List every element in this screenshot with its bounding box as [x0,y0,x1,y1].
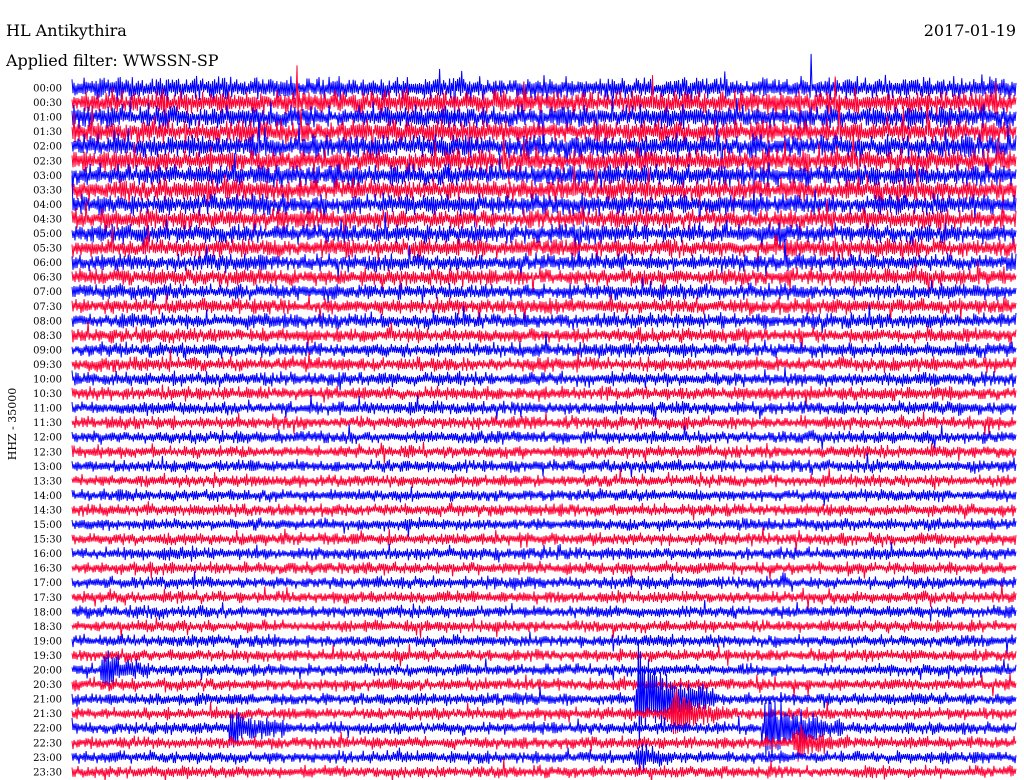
time-tick-label: 19:00 [33,636,62,647]
time-tick-label: 07:30 [33,302,62,313]
time-tick-label: 03:30 [33,185,62,196]
trace-row [71,599,1017,622]
trace-row [71,424,1017,450]
time-tick-label: 12:00 [33,433,62,444]
time-tick-label: 10:30 [33,389,62,400]
trace-row [71,321,1017,349]
time-tick-label: 07:00 [33,287,62,298]
trace-row [71,517,1017,538]
trace-row [71,486,1017,506]
time-tick-label: 18:30 [33,622,62,633]
time-tick-label: 08:00 [33,316,62,327]
time-tick-label: 21:30 [33,709,62,720]
time-tick-label: 09:30 [33,360,62,371]
time-tick-label: 01:00 [33,113,62,124]
seismogram-chart: HL Antikythira 2017-01-19 Applied filter… [5,21,1017,780]
time-tick-label: 12:30 [33,447,62,458]
time-tick-label: 11:30 [33,418,62,429]
time-tick-label: 16:00 [33,549,62,560]
time-tick-label: 03:00 [33,171,62,182]
time-tick-label: 06:00 [33,258,62,269]
trace-row [71,758,1017,780]
time-tick-label: 10:00 [33,375,62,386]
time-tick-label: 23:00 [33,753,62,764]
time-tick-label: 23:30 [33,767,62,778]
station-title: HL Antikythira [6,21,127,40]
trace-rows [71,53,1017,780]
trace-row [71,468,1017,490]
time-tick-label: 14:30 [33,505,62,516]
time-tick-labels: 00:00 00:30 01:00 01:30 02:00 02:30 03:00 03:30… [33,84,62,779]
filter-label: Applied filter: WWSSN-SP [5,51,219,70]
time-tick-label: 05:00 [33,229,62,240]
trace-row [71,367,1017,391]
trace-row [71,501,1017,521]
time-tick-label: 20:30 [33,680,62,691]
trace-row [71,699,1017,763]
time-tick-label: 15:30 [33,535,62,546]
time-tick-label: 01:30 [33,127,62,138]
time-tick-label: 00:30 [33,98,62,109]
time-tick-label: 02:30 [33,156,62,167]
time-tick-label: 18:00 [33,607,62,618]
time-tick-label: 04:00 [33,200,62,211]
time-tick-label: 22:30 [33,738,62,749]
time-tick-label: 13:30 [33,476,62,487]
time-tick-label: 17:30 [33,593,62,604]
channel-label: HHZ - 35000 [6,388,19,461]
time-tick-label: 05:30 [33,244,62,255]
time-tick-label: 16:30 [33,564,62,575]
trace-row [71,571,1017,592]
trace-row [71,617,1017,639]
time-tick-label: 19:30 [33,651,62,662]
time-tick-label: 15:00 [33,520,62,531]
time-tick-label: 02:00 [33,142,62,153]
time-tick-label: 04:30 [33,214,62,225]
trace-row [71,452,1017,478]
trace-row [71,542,1017,563]
time-tick-label: 20:00 [33,666,62,677]
trace-row [71,394,1017,421]
time-tick-label: 08:30 [33,331,62,342]
trace-row [71,384,1017,407]
time-tick-label: 14:00 [33,491,62,502]
trace-row [71,672,1017,697]
time-tick-label: 22:00 [33,724,62,735]
time-tick-label: 00:00 [33,84,62,95]
time-tick-label: 11:00 [33,404,62,415]
time-tick-label: 09:00 [33,345,62,356]
trace-row [71,631,1017,654]
trace-row [71,441,1017,464]
time-tick-label: 21:00 [33,695,62,706]
trace-row [71,560,1017,580]
time-tick-label: 06:30 [33,273,62,284]
time-tick-label: 17:00 [33,578,62,589]
trace-row [71,643,1017,667]
date-label: 2017-01-19 [924,21,1016,40]
time-tick-label: 13:00 [33,462,62,473]
trace-row [71,742,1017,774]
